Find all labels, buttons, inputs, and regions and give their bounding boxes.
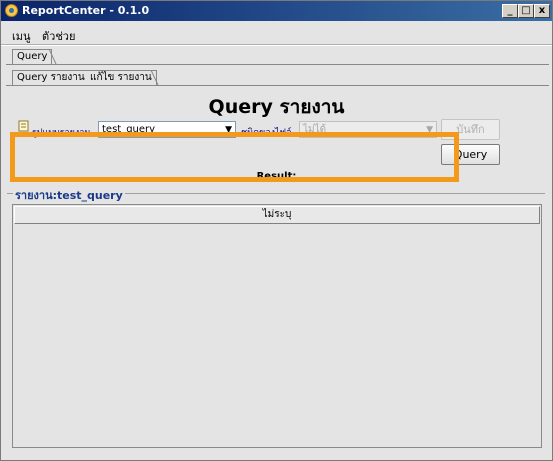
report-file-icon (18, 120, 29, 132)
menu-bar: เมนู ตัวช่วย (1, 22, 552, 44)
app-icon (5, 4, 18, 17)
inner-tab-line (6, 85, 549, 86)
app-window: ReportCenter - 0.1.0 _ □ x เมนู ตัวช่วย … (0, 0, 553, 461)
menu-separator (1, 44, 552, 46)
page-heading: Query รายงาน (208, 96, 345, 118)
tab-edit-report-label: แก้ไข รายงาน (90, 72, 152, 83)
title-bar[interactable]: ReportCenter - 0.1.0 _ □ x (1, 1, 552, 21)
maximize-button[interactable]: □ (518, 4, 534, 18)
minimize-button[interactable]: _ (502, 4, 518, 18)
tab-query-report-label: Query รายงาน (17, 72, 85, 83)
tab-query[interactable]: Query (12, 49, 53, 65)
outer-tab-line (6, 64, 549, 65)
menu-main[interactable]: เมนู (12, 27, 31, 45)
highlight-box (10, 132, 459, 182)
table-column-header[interactable]: ไม่ระบุ (14, 206, 540, 224)
tab-edge (151, 70, 159, 85)
window-title: ReportCenter - 0.1.0 (22, 4, 150, 17)
tab-edge (49, 49, 57, 64)
tab-query-report[interactable]: Query รายงาน (12, 70, 90, 86)
group-title: รายงาน:test_query (13, 186, 125, 204)
result-table[interactable]: ไม่ระบุ (12, 204, 542, 448)
group-border (121, 193, 545, 194)
menu-help[interactable]: ตัวช่วย (42, 27, 75, 45)
close-button[interactable]: x (534, 4, 550, 18)
tab-edit-report[interactable]: แก้ไข รายงาน (86, 70, 157, 86)
tab-query-label: Query (17, 51, 48, 62)
